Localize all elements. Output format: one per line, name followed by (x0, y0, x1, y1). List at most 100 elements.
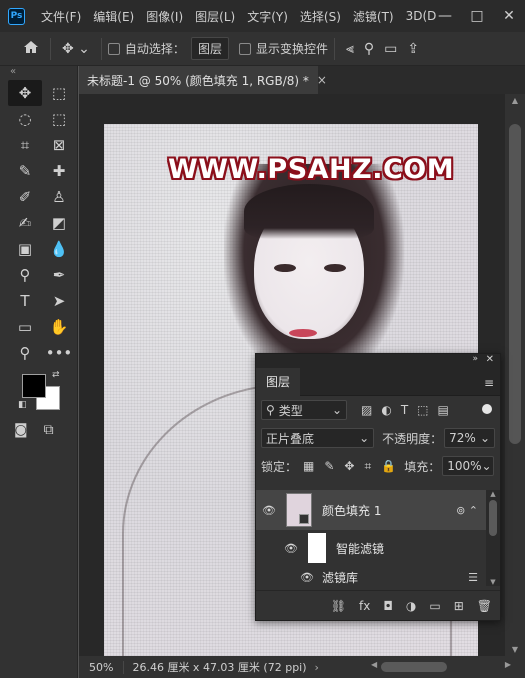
object-select-tool[interactable]: ⬚ (42, 106, 76, 132)
pen-tool[interactable]: ✒ (42, 262, 76, 288)
dodge-tool[interactable]: ⚲ (8, 262, 42, 288)
new-layer-icon[interactable]: ⊞ (454, 599, 464, 613)
show-transform-checkbox[interactable] (238, 42, 251, 55)
quick-mask-icon[interactable]: ◙ (14, 422, 28, 438)
filter-toggle[interactable] (482, 404, 492, 414)
eraser-tool[interactable]: ◩ (42, 210, 76, 236)
share-icon[interactable]: ⇪ (402, 41, 424, 57)
layer-row[interactable]: 👁 滤镜库 ☰ (256, 566, 486, 586)
fill-field[interactable]: 100% ⌄ (442, 456, 495, 476)
gradient-tool[interactable]: ▣ (8, 236, 42, 262)
crop-tool[interactable]: ⌗ (8, 132, 42, 158)
panel-menu-icon[interactable]: ≡ (484, 376, 494, 390)
document-tab[interactable]: 未标题-1 @ 50% (颜色填充 1, RGB/8) * × (79, 66, 327, 94)
auto-select-dropdown[interactable]: 图层 (190, 37, 229, 60)
layers-scroll-thumb[interactable] (489, 500, 497, 536)
tab-layers[interactable]: 图层 (256, 367, 301, 396)
new-group-icon[interactable]: ▭ (429, 599, 440, 613)
close-tab-icon[interactable]: × (317, 73, 327, 87)
lock-paint-icon[interactable]: ✎ (324, 459, 334, 474)
type-filter-icon[interactable]: T (401, 403, 408, 417)
screen-mode-icon[interactable]: ⧉ (44, 422, 54, 438)
layer-row[interactable]: 👁 智能滤镜 (256, 530, 486, 566)
lock-artboard-icon[interactable]: ⌗ (364, 459, 371, 474)
visibility-eye-icon[interactable]: 👁 (256, 504, 282, 517)
status-menu-icon[interactable]: › (307, 661, 319, 674)
filter-kind-dropdown[interactable]: ⚲ 类型 ⌄ (261, 400, 347, 420)
type-tool[interactable]: T (8, 288, 42, 314)
visibility-eye-icon[interactable]: 👁 (294, 571, 320, 584)
auto-select-checkbox[interactable] (107, 42, 120, 55)
smart-filter-icon[interactable]: ⊚ ⌃ (456, 504, 478, 517)
more-tools[interactable]: ••• (42, 340, 76, 366)
lock-all-icon[interactable]: 🔒 (381, 459, 396, 474)
menu-layer[interactable]: 图层(L) (189, 8, 241, 25)
menu-edit[interactable]: 编辑(E) (87, 8, 140, 25)
foreground-color-swatch[interactable] (22, 374, 46, 398)
delete-layer-icon[interactable]: 🗑 (477, 599, 492, 613)
move-tool-preset-icon[interactable]: ✥ ⌄ (57, 41, 95, 57)
healing-brush-tool[interactable]: ✚ (42, 158, 76, 184)
layers-scrollbar[interactable]: ▲ ▼ (486, 490, 500, 586)
path-select-tool[interactable]: ➤ (42, 288, 76, 314)
scroll-right-icon[interactable]: ▶ (505, 660, 511, 669)
collapse-toolbar-icon[interactable]: « (0, 66, 77, 80)
zoom-tool[interactable]: ⚲ (8, 340, 42, 366)
zoom-level[interactable]: 50% (79, 660, 125, 674)
visibility-eye-icon[interactable]: 👁 (278, 542, 304, 555)
scroll-down-icon[interactable]: ▼ (486, 578, 500, 586)
hscroll-thumb[interactable] (381, 662, 447, 672)
lock-transparent-icon[interactable]: ▦ (303, 459, 314, 474)
adjustment-filter-icon[interactable]: ◐ (381, 403, 391, 417)
scroll-left-icon[interactable]: ◀ (371, 660, 377, 669)
swap-colors-icon[interactable]: ⇄ (52, 370, 60, 380)
eyedropper-tool[interactable]: ✎ (8, 158, 42, 184)
minimize-button[interactable]: — (429, 8, 461, 24)
layer-name[interactable]: 颜色填充 1 (322, 502, 381, 519)
close-panel-icon[interactable]: ✕ (486, 354, 494, 365)
layer-name[interactable]: 智能滤镜 (336, 540, 384, 557)
collapse-panel-icon[interactable]: » (472, 354, 478, 364)
home-icon[interactable] (18, 40, 44, 58)
horizontal-scrollbar[interactable]: ◀ ▶ (371, 660, 511, 674)
clone-stamp-tool[interactable]: ♙ (42, 184, 76, 210)
menu-filter[interactable]: 滤镜(T) (347, 8, 400, 25)
scroll-down-icon[interactable]: ▼ (505, 645, 525, 654)
default-colors-icon[interactable]: ◧ (18, 400, 27, 410)
link-layers-icon[interactable]: ⛓ (331, 599, 346, 613)
blend-mode-dropdown[interactable]: 正片叠底 ⌄ (261, 428, 375, 448)
vertical-scrollbar[interactable]: ▲ ▼ (505, 94, 525, 656)
opacity-field[interactable]: 72% ⌄ (444, 428, 495, 448)
menu-select[interactable]: 选择(S) (294, 8, 347, 25)
blur-tool[interactable]: 💧 (42, 236, 76, 262)
pixel-filter-icon[interactable]: ▨ (361, 403, 372, 417)
hand-tool[interactable]: ✋ (42, 314, 76, 340)
menu-image[interactable]: 图像(I) (140, 8, 189, 25)
align-left-icon[interactable]: ⫷ (341, 41, 359, 57)
menu-file[interactable]: 文件(F) (35, 8, 87, 25)
scroll-up-icon[interactable]: ▲ (486, 490, 500, 498)
layer-name[interactable]: 滤镜库 (322, 569, 358, 586)
scroll-thumb[interactable] (509, 124, 521, 444)
fx-icon[interactable]: fx (359, 599, 370, 613)
marquee-tool[interactable]: ⬚ (42, 80, 76, 106)
scroll-up-icon[interactable]: ▲ (505, 96, 525, 105)
move-tool[interactable]: ✥ (8, 80, 42, 106)
close-button[interactable]: ✕ (493, 8, 525, 24)
rectangle-tool[interactable]: ▭ (8, 314, 42, 340)
smart-object-filter-icon[interactable]: ▤ (438, 403, 449, 417)
layer-row[interactable]: 👁 颜色填充 1 ⊚ ⌃ (256, 490, 486, 530)
shape-filter-icon[interactable]: ⬚ (417, 403, 428, 417)
add-mask-icon[interactable]: ◘ (383, 599, 393, 613)
maximize-button[interactable]: □ (461, 8, 493, 24)
menu-type[interactable]: 文字(Y) (241, 8, 294, 25)
adjustment-layer-icon[interactable]: ◑ (406, 599, 416, 613)
brush-tool[interactable]: ✐ (8, 184, 42, 210)
lasso-tool[interactable]: ◌ (8, 106, 42, 132)
workspace-icon[interactable]: ▭ (379, 41, 402, 57)
search-icon[interactable]: ⚲ (359, 41, 379, 57)
history-brush-tool[interactable]: ✍ (8, 210, 42, 236)
frame-tool[interactable]: ⊠ (42, 132, 76, 158)
filter-options-icon[interactable]: ☰ (468, 571, 478, 584)
lock-position-icon[interactable]: ✥ (344, 459, 354, 474)
